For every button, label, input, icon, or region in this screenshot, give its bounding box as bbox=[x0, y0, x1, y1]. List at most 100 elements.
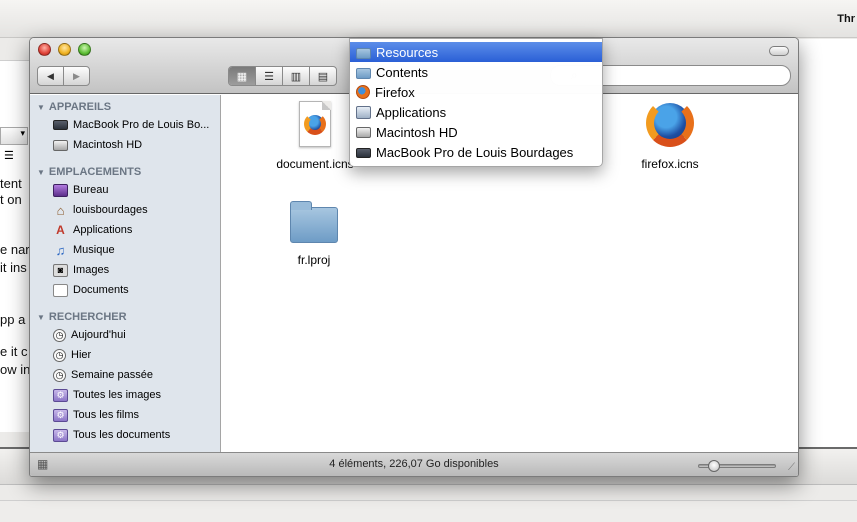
coverflow-view-button[interactable]: ▤ bbox=[309, 67, 336, 85]
menu-item-applications[interactable]: Applications bbox=[350, 102, 602, 122]
zoom-window-button[interactable] bbox=[78, 43, 91, 56]
list-view-button[interactable]: ☰ bbox=[255, 67, 282, 85]
sidebar-item-macbook[interactable]: MacBook Pro de Louis Bo... bbox=[53, 116, 218, 134]
background-text-line: e it c bbox=[0, 344, 28, 359]
music-icon: ♫ bbox=[55, 242, 66, 258]
sidebar-item-images[interactable]: ◙ Images bbox=[53, 261, 218, 279]
menu-item-firefox[interactable]: Firefox bbox=[350, 82, 602, 102]
sidebar-item-home[interactable]: ⌂ louisbourdages bbox=[53, 201, 218, 219]
applications-folder-icon bbox=[356, 105, 371, 119]
firefox-icon bbox=[646, 99, 694, 153]
clock-icon: ◷ bbox=[53, 328, 66, 342]
sidebar-item-applications[interactable]: A Applications bbox=[53, 221, 218, 239]
menu-item-contents[interactable]: Contents bbox=[350, 62, 602, 82]
sidebar-item-label: Applications bbox=[73, 224, 133, 236]
disclosure-triangle-icon: ▼ bbox=[37, 102, 45, 112]
laptop-icon bbox=[356, 147, 371, 158]
sidebar-item-musique[interactable]: ♫ Musique bbox=[53, 241, 218, 259]
sidebar-header-search[interactable]: ▼ RECHERCHER bbox=[37, 310, 127, 324]
forward-button[interactable]: ▶ bbox=[63, 67, 89, 85]
background-text-line: pp a bbox=[0, 312, 26, 327]
sidebar-item-label: Documents bbox=[73, 284, 129, 296]
sidebar-item-macintosh-hd[interactable]: Macintosh HD bbox=[53, 136, 218, 154]
sidebar-item-all-movies[interactable]: ⚙ Tous les films bbox=[53, 406, 218, 424]
clock-icon: ◷ bbox=[53, 348, 66, 362]
smart-folder-icon: ⚙ bbox=[53, 388, 68, 402]
background-text-line: ow in bbox=[0, 362, 30, 377]
sidebar-item-label: Macintosh HD bbox=[73, 139, 143, 151]
sidebar-item-today[interactable]: ◷ Aujourd'hui bbox=[53, 326, 218, 344]
slider-knob[interactable] bbox=[708, 460, 721, 472]
folder-icon bbox=[290, 197, 338, 249]
close-window-button[interactable] bbox=[38, 43, 51, 56]
menu-item-label: Resources bbox=[376, 44, 439, 60]
resize-grip-icon[interactable]: ⟋ bbox=[788, 462, 795, 473]
file-item-fr-lproj[interactable]: fr.lproj bbox=[259, 197, 369, 267]
desktop-icon bbox=[53, 183, 68, 197]
sidebar-item-bureau[interactable]: Bureau bbox=[53, 181, 218, 199]
sidebar-header-devices[interactable]: ▼ APPAREILS bbox=[37, 100, 111, 114]
sidebar-header-label: APPAREILS bbox=[48, 101, 112, 113]
menu-item-macintosh-hd[interactable]: Macintosh HD bbox=[350, 122, 602, 142]
status-bar: ▦ 4 éléments, 226,07 Go disponibles ⟋ bbox=[30, 452, 798, 476]
menu-item-resources[interactable]: Resources bbox=[350, 42, 602, 62]
folder-icon bbox=[356, 47, 371, 59]
coverflow-view-icon: ▤ bbox=[317, 70, 329, 83]
folder-icon bbox=[356, 67, 371, 79]
applications-icon: A bbox=[56, 223, 65, 237]
sidebar-item-label: Tous les documents bbox=[73, 429, 171, 441]
sidebar-header-label: RECHERCHER bbox=[48, 311, 127, 323]
sidebar-header-places[interactable]: ▼ EMPLACEMENTS bbox=[37, 165, 141, 179]
sidebar-item-label: Musique bbox=[73, 244, 115, 256]
menu-item-label: Applications bbox=[376, 104, 447, 120]
documents-icon bbox=[53, 283, 68, 297]
minimize-window-button[interactable] bbox=[58, 43, 71, 56]
background-text-line: t on bbox=[0, 192, 22, 207]
menu-item-label: Macintosh HD bbox=[376, 124, 458, 140]
clock-icon: ◷ bbox=[53, 368, 66, 382]
background-right-panel bbox=[798, 39, 857, 447]
sidebar-item-yesterday[interactable]: ◷ Hier bbox=[53, 346, 218, 364]
firefox-icon bbox=[356, 85, 370, 99]
menu-item-label: Contents bbox=[376, 64, 429, 80]
menu-item-macbook[interactable]: MacBook Pro de Louis Bourdages bbox=[350, 142, 602, 162]
sidebar-item-all-images[interactable]: ⚙ Toutes les images bbox=[53, 386, 218, 404]
toolbar-toggle-button[interactable] bbox=[769, 46, 789, 56]
column-view-icon: ▥ bbox=[290, 70, 302, 83]
file-name: firefox.icns bbox=[641, 157, 699, 171]
column-view-button[interactable]: ▥ bbox=[282, 67, 309, 85]
background-text-line: tent bbox=[0, 176, 22, 191]
disclosure-triangle-icon: ▼ bbox=[37, 312, 45, 322]
sidebar-item-label: Semaine passée bbox=[71, 369, 153, 381]
sidebar-item-documents[interactable]: Documents bbox=[53, 281, 218, 299]
hard-disk-icon bbox=[53, 139, 68, 151]
laptop-icon bbox=[53, 120, 68, 130]
smart-folder-icon: ⚙ bbox=[53, 408, 68, 422]
sidebar: ▼ APPAREILS MacBook Pro de Louis Bo... M… bbox=[30, 95, 221, 454]
file-name: fr.lproj bbox=[297, 253, 331, 267]
icns-document-icon bbox=[291, 101, 339, 153]
background-window-toolbar: Thr bbox=[0, 0, 857, 38]
background-popup-control[interactable]: ▾ bbox=[0, 127, 28, 145]
back-button[interactable]: ◀ bbox=[38, 67, 63, 85]
file-item-firefox-icns[interactable]: firefox.icns bbox=[615, 99, 725, 171]
view-mode-control: ▦ ☰ ▥ ▤ bbox=[228, 66, 337, 86]
smart-folder-icon: ⚙ bbox=[53, 428, 68, 442]
images-icon: ◙ bbox=[53, 263, 68, 277]
icon-view-button[interactable]: ▦ bbox=[229, 67, 255, 85]
icon-size-slider[interactable] bbox=[698, 460, 776, 472]
background-window-title: Thr bbox=[837, 13, 855, 25]
sidebar-item-label: Tous les films bbox=[73, 409, 140, 421]
menu-item-label: MacBook Pro de Louis Bourdages bbox=[376, 144, 574, 160]
menu-item-label: Firefox bbox=[375, 84, 415, 100]
back-forward-control: ◀ ▶ bbox=[37, 66, 90, 86]
sidebar-item-label: Aujourd'hui bbox=[71, 329, 126, 341]
sidebar-item-label: Bureau bbox=[73, 184, 109, 196]
sidebar-item-last-week[interactable]: ◷ Semaine passée bbox=[53, 366, 218, 384]
sidebar-item-all-documents[interactable]: ⚙ Tous les documents bbox=[53, 426, 218, 444]
icon-view-icon: ▦ bbox=[236, 70, 248, 83]
hard-disk-icon bbox=[356, 127, 371, 138]
sidebar-item-label: Images bbox=[73, 264, 110, 276]
background-align-icon[interactable]: ☰ bbox=[4, 149, 24, 163]
disclosure-triangle-icon: ▼ bbox=[37, 167, 45, 177]
